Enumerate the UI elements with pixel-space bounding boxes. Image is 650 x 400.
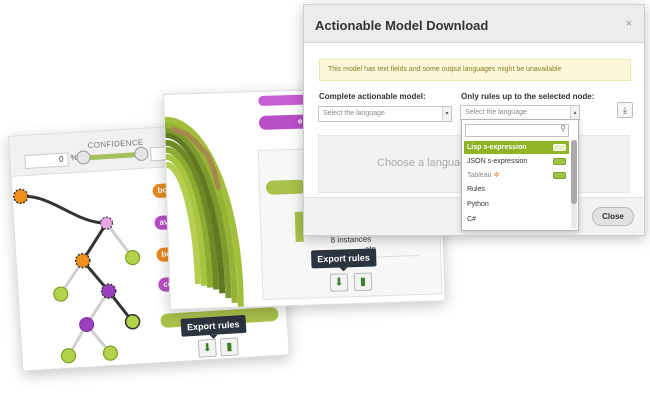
- chart-button[interactable]: ▮: [219, 337, 239, 357]
- language-option[interactable]: JSON s-expression: [464, 155, 569, 168]
- bar-chart-plus-icon: ▮: [359, 275, 367, 288]
- language-option-label: C#: [467, 216, 476, 223]
- scrollbar-thumb[interactable]: [571, 140, 577, 204]
- language-option-label: JSON s-expression: [467, 158, 528, 165]
- dialog-header: Actionable Model Download ×: [304, 5, 644, 43]
- language-option[interactable]: C#: [464, 213, 569, 226]
- toggle-badge: [553, 158, 566, 165]
- tree-node: [102, 345, 119, 361]
- export-rules-button[interactable]: ⬇: [197, 338, 217, 358]
- instances-count: 8 instances: [330, 234, 372, 245]
- complete-model-language-select[interactable]: Select the language ▾: [318, 106, 452, 122]
- dialog-title: Actionable Model Download: [315, 18, 489, 33]
- language-dropdown-list: ⚲ Lisp s-expression JSON s-expression Ta…: [461, 119, 579, 231]
- language-option[interactable]: Lisp s-expression: [464, 141, 569, 154]
- language-option[interactable]: Tableau ✲: [464, 169, 569, 182]
- close-icon[interactable]: ×: [626, 18, 632, 30]
- toggle-badge: [553, 172, 566, 179]
- dropdown-scrollbar[interactable]: [571, 140, 577, 228]
- summary-bar: [265, 179, 307, 195]
- chevron-down-icon: ▾: [442, 107, 451, 121]
- language-option[interactable]: Rules: [464, 183, 569, 196]
- toggle-badge: [553, 144, 566, 151]
- actionable-model-download-dialog: Actionable Model Download × This model h…: [303, 4, 645, 236]
- language-option-label: Rules: [467, 186, 485, 193]
- rule-pill-label: e: [297, 116, 303, 126]
- tree-node: [124, 313, 141, 330]
- select-placeholder: Select the language: [323, 110, 385, 117]
- tree-node: [79, 317, 95, 333]
- language-option[interactable]: Python: [464, 198, 569, 211]
- export-rules-tooltip: Export rules: [310, 248, 377, 269]
- tree-node-root: [12, 188, 29, 205]
- tableau-icon: ✲: [493, 172, 500, 179]
- tree-node: [53, 286, 69, 302]
- chart-button[interactable]: ▮: [353, 272, 373, 292]
- bar-chart-plus-icon: ▮: [225, 340, 233, 354]
- language-option-label: Python: [467, 201, 489, 208]
- sunburst-chart: [164, 116, 244, 308]
- tree-node: [60, 348, 77, 364]
- language-search-input[interactable]: ⚲: [465, 124, 569, 137]
- tree-node: [99, 216, 114, 230]
- download-button[interactable]: ⤓: [617, 102, 633, 118]
- cloud-download-icon: ⬇: [334, 276, 344, 289]
- cloud-download-icon: ⬇: [202, 341, 213, 355]
- export-rules-button[interactable]: ⬇: [329, 273, 349, 292]
- search-icon: ⚲: [560, 124, 566, 133]
- chevron-up-icon: ▴: [570, 106, 579, 120]
- warning-notice: This model has text fields and some outp…: [319, 59, 631, 81]
- tree-node: [125, 250, 141, 266]
- select-placeholder: Select the language: [465, 109, 527, 116]
- tree-branch: [20, 194, 107, 225]
- choose-language-placeholder: Choose a language: [377, 157, 473, 169]
- complete-model-label: Complete actionable model:: [319, 92, 426, 101]
- download-icon: ⤓: [623, 105, 627, 115]
- language-option-label: Tableau: [467, 172, 492, 179]
- composite-screenshot: CONFIDENCE 0 % 10: [0, 0, 650, 400]
- language-option-label: Lisp s-expression: [467, 144, 527, 151]
- rules-model-label: Only rules up to the selected node:: [461, 92, 595, 101]
- close-button[interactable]: Close: [592, 207, 634, 226]
